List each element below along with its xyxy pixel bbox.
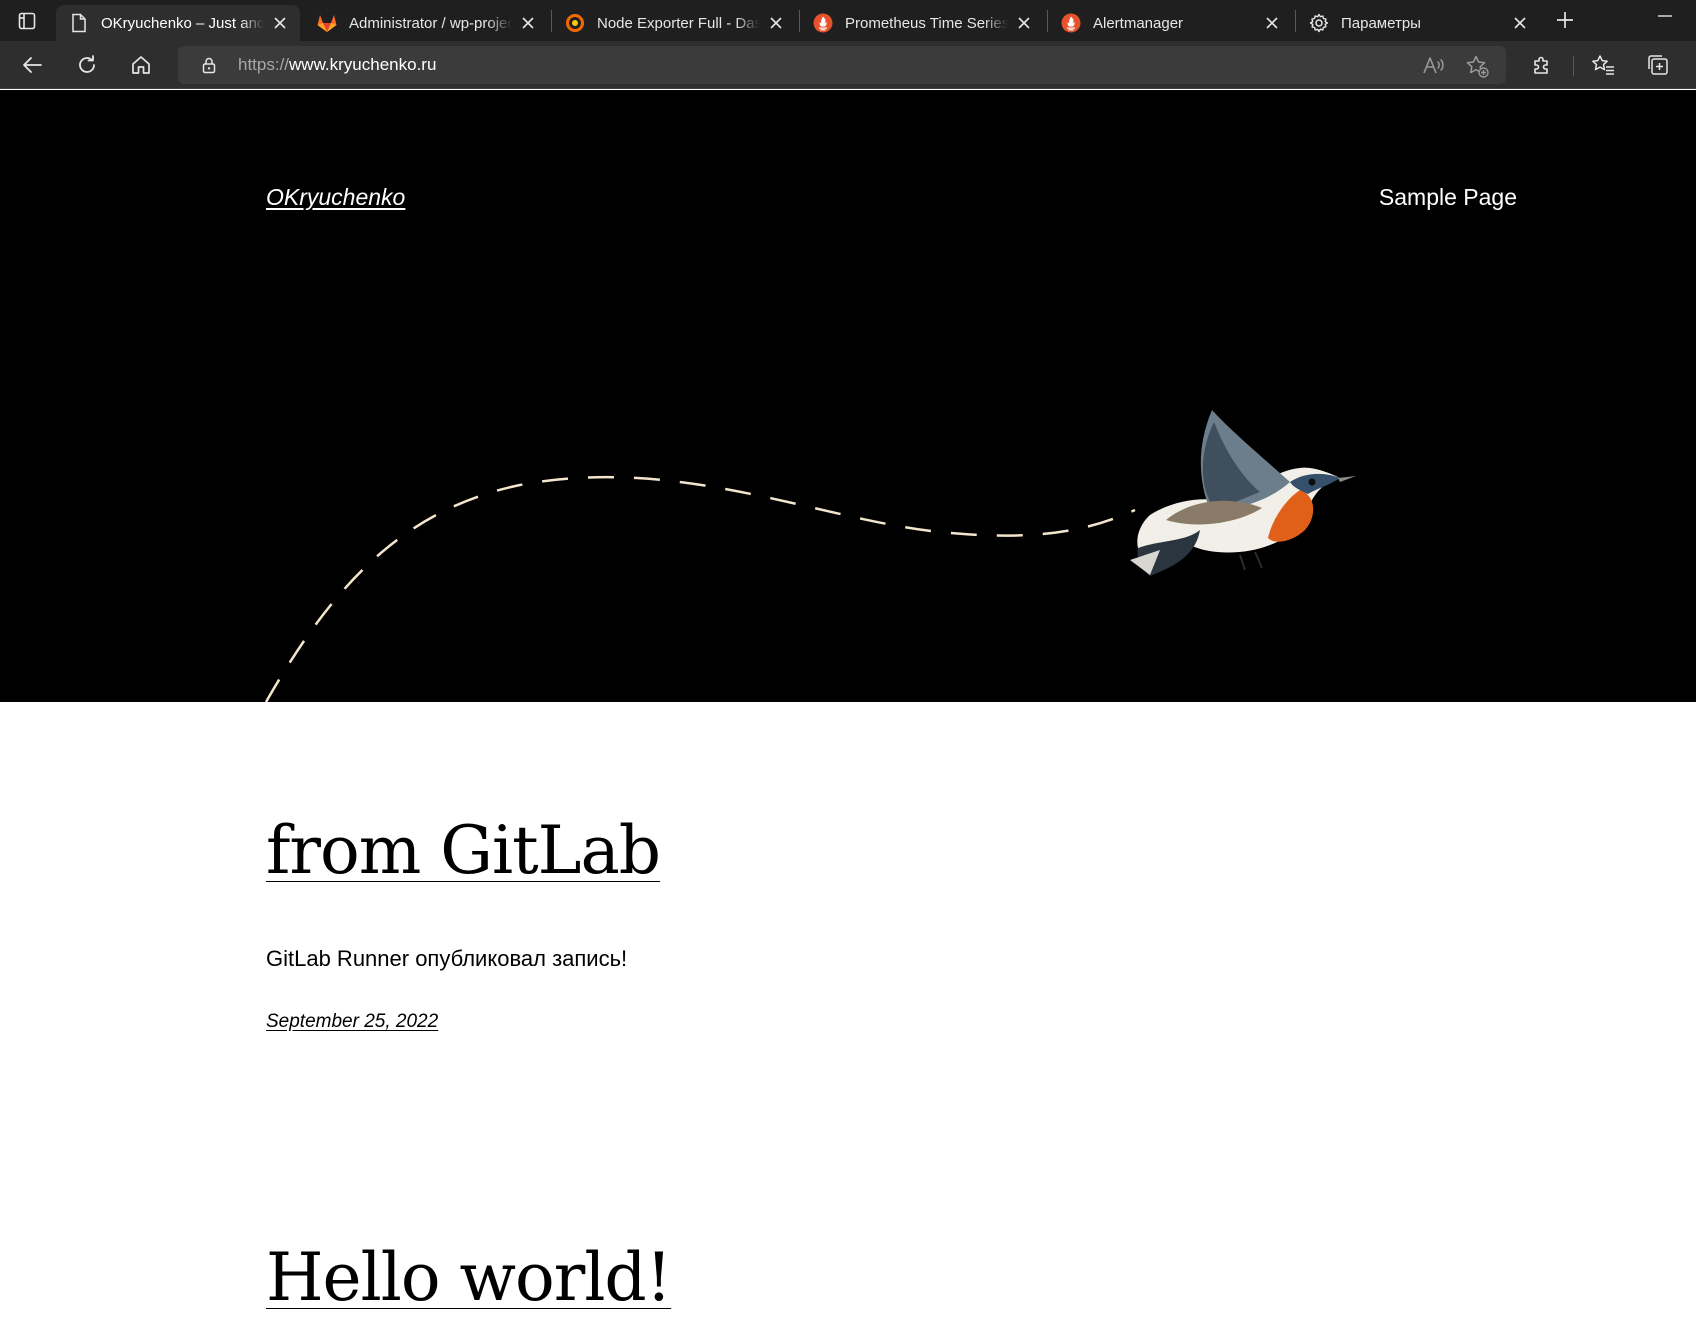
tab-title: Administrator / wp-project — [349, 14, 512, 32]
tab-title: Параметры — [1341, 14, 1421, 32]
url-text[interactable]: https://www.kryuchenko.ru — [238, 46, 436, 84]
lock-icon[interactable] — [200, 56, 218, 74]
minimize-icon — [1658, 15, 1672, 17]
dashed-flight-path — [264, 475, 1136, 702]
favorites-button[interactable] — [1587, 49, 1619, 81]
prometheus-icon — [812, 12, 834, 34]
bird-illustration — [1130, 410, 1356, 576]
collections-icon — [1648, 55, 1668, 75]
puzzle-icon — [1534, 56, 1548, 74]
home-icon — [132, 56, 150, 74]
close-tab-icon[interactable] — [270, 13, 290, 33]
site-header-hero: OKryuchenko Sample Page — [0, 90, 1696, 702]
tab-title: OKryuchenko – Just another WordPress sit… — [101, 14, 264, 32]
tab-node-exporter-full[interactable]: Node Exporter Full - Dashboards — [552, 5, 796, 41]
close-tab-icon[interactable] — [518, 13, 538, 33]
tab-alertmanager[interactable]: Alertmanager — [1048, 5, 1292, 41]
prometheus-icon — [1060, 12, 1082, 34]
favorites-icon — [1592, 55, 1614, 75]
new-tab-button[interactable] — [1550, 5, 1580, 35]
page-icon — [68, 12, 90, 34]
refresh-button[interactable] — [71, 49, 103, 81]
browser-toolbar: https://www.kryuchenko.ru — [0, 41, 1696, 89]
nav-sample-page-link[interactable]: Sample Page — [1379, 184, 1517, 211]
arrow-left-icon — [23, 57, 42, 73]
tab-title: Prometheus Time Series Collection — [845, 14, 1008, 32]
grafana-icon — [564, 12, 586, 34]
post-title-link[interactable]: Hello world! — [266, 1239, 672, 1316]
tab-actions-icon — [18, 12, 36, 30]
site-title-link[interactable]: OKryuchenko — [266, 184, 405, 211]
star-add-icon — [1466, 55, 1489, 78]
tab-settings[interactable]: Параметры — [1296, 5, 1540, 41]
gitlab-icon — [316, 12, 338, 34]
url-host: www.kryuchenko.ru — [289, 55, 437, 74]
home-button[interactable] — [125, 49, 157, 81]
tab-gitlab-administrator[interactable]: Administrator / wp-project — [304, 5, 548, 41]
post-date-link[interactable]: September 25, 2022 — [266, 1011, 438, 1033]
close-tab-icon[interactable] — [1262, 13, 1282, 33]
add-favorite-button[interactable] — [1464, 53, 1490, 79]
refresh-icon — [79, 55, 95, 73]
tab-strip: OKryuchenko – Just another WordPress sit… — [0, 0, 1696, 41]
read-aloud-button[interactable] — [1421, 53, 1447, 79]
gear-icon — [1308, 12, 1330, 34]
toolbar-divider — [1573, 56, 1574, 76]
posts-list: from GitLab GitLab Runner опубликовал за… — [0, 702, 1696, 1326]
close-tab-icon[interactable] — [1510, 13, 1530, 33]
tab-actions-menu-button[interactable] — [10, 7, 44, 35]
post-excerpt: GitLab Runner опубликовал запись! — [266, 946, 628, 971]
url-protocol: https:// — [238, 55, 290, 74]
extensions-button[interactable] — [1526, 49, 1558, 81]
post-title-link[interactable]: from GitLab — [266, 812, 661, 889]
tab-prometheus-time-series[interactable]: Prometheus Time Series Collection — [800, 5, 1044, 41]
tab-title: Alertmanager — [1093, 14, 1184, 32]
tab-title: Node Exporter Full - Dashboards — [597, 14, 760, 32]
close-tab-icon[interactable] — [1014, 13, 1034, 33]
read-aloud-icon — [1423, 57, 1444, 74]
tab-okryuchenko[interactable]: OKryuchenko – Just another WordPress sit… — [56, 5, 300, 41]
close-tab-icon[interactable] — [766, 13, 786, 33]
address-bar[interactable]: https://www.kryuchenko.ru — [178, 46, 1506, 84]
plus-icon — [1557, 12, 1573, 28]
collections-button[interactable] — [1642, 49, 1674, 81]
hero-illustration — [264, 410, 1356, 702]
minimize-window-button[interactable] — [1650, 6, 1680, 26]
back-button[interactable] — [16, 49, 48, 81]
